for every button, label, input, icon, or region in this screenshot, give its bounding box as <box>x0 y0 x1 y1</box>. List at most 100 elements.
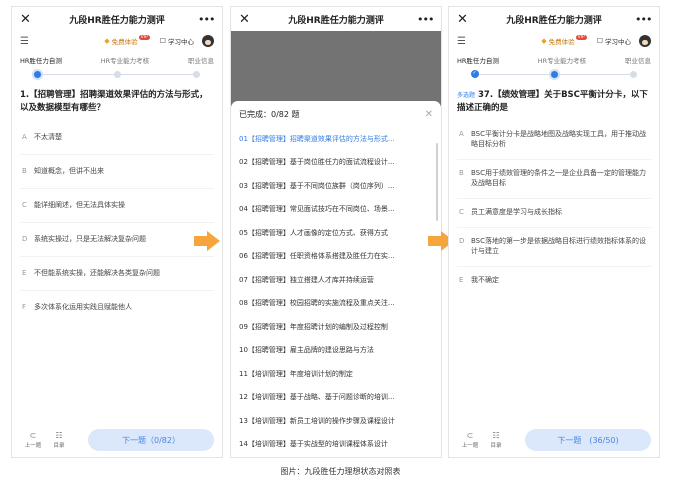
tab-bar: HR胜任力自测 HR专业能力考核 职业信息 <box>12 51 222 69</box>
menu-icon[interactable]: ☰ <box>20 36 104 47</box>
catalog-item[interactable]: 02【招聘管理】基于岗位胜任力的面试流程设计... <box>239 151 433 175</box>
study-center-label: 学习中心 <box>168 38 194 46</box>
catalog-button[interactable]: ☷ 目录 <box>46 431 72 449</box>
avatar[interactable] <box>202 35 214 47</box>
question-type-tag: 多选题 <box>457 92 476 99</box>
next-question-button[interactable]: 下一题 (36/50) <box>525 429 651 451</box>
catalog-item[interactable]: 06【招聘管理】任职资格体系搭建及胜任力在实... <box>239 245 433 269</box>
diamond-icon: ◆ <box>541 37 547 45</box>
tab-professional-exam[interactable]: HR专业能力考核 <box>101 55 149 65</box>
option-a[interactable]: A BSC平衡计分卡是战略地图及战略实现工具，用于推动战略目标分析 <box>457 121 651 160</box>
option-list: A 不太清楚 B 知道概念，但讲不出来 C 能详细阐述，但无法具体实操 D 系统实操过，… <box>12 121 222 324</box>
option-text: BSC落地的第一步是依据战略目标进行绩效指标体系的设计与建立 <box>471 237 647 255</box>
option-letter: A <box>459 130 464 138</box>
page-title: 九段HR胜任力能力测评 <box>288 15 384 26</box>
catalog-item[interactable]: 12【培训管理】基于战略、基于问题诊断的培训... <box>239 386 433 410</box>
option-text: 不太清楚 <box>34 133 62 141</box>
option-c[interactable]: C 员工满意度是学习与成长指标 <box>457 199 651 228</box>
option-b[interactable]: B 知道概念，但讲不出来 <box>20 155 214 189</box>
catalog-item[interactable]: 14【培训管理】基于实战型的培训课程体系设计 <box>239 433 433 457</box>
close-icon[interactable]: ✕ <box>457 12 473 27</box>
catalog-item[interactable]: 08【招聘管理】校园招聘的实施流程及重点关注... <box>239 292 433 316</box>
step-dot-2 <box>551 71 558 78</box>
catalog-button[interactable]: ☷ 目录 <box>483 431 509 449</box>
diamond-icon: ◆ <box>104 37 110 45</box>
screen-professional-exam: ✕ 九段HR胜任力能力测评 ••• ☰ ◆ 免费体验 VIP ☐ 学习中心 HR… <box>448 6 660 458</box>
menu-icon[interactable]: ☰ <box>457 36 541 47</box>
vip-badge: VIP <box>575 34 587 40</box>
step-done-icon <box>471 70 479 78</box>
prev-question-button[interactable]: ⊂ 上一题 <box>457 431 483 449</box>
scrollbar[interactable] <box>436 143 438 221</box>
catalog-item[interactable]: 05【招聘管理】人才画像的定位方式、获得方式 <box>239 221 433 245</box>
close-icon[interactable]: ✕ <box>425 109 433 120</box>
free-trial-label: 免费体验 <box>111 38 138 46</box>
document-icon: ☐ <box>159 37 166 45</box>
bottom-bar: ⊂ 上一题 ☷ 目录 下一题 (36/50) <box>449 423 659 457</box>
option-letter: D <box>459 237 465 245</box>
catalog-item[interactable]: 13【培训管理】新员工培训的操作步骤及课程设计 <box>239 409 433 433</box>
avatar[interactable] <box>639 35 651 47</box>
screen-self-assessment: ✕ 九段HR胜任力能力测评 ••• ☰ ◆ 免费体验 VIP ☐ 学习中心 HR… <box>11 6 223 458</box>
catalog-item[interactable]: 03【招聘管理】基于不同岗位族群（岗位序列）... <box>239 174 433 198</box>
overlay-dim[interactable] <box>231 31 441 107</box>
toolbar: ☰ ◆ 免费体验 VIP ☐ 学习中心 <box>12 31 222 51</box>
question-text: 多选题 37.【绩效管理】关于BSC平衡计分卡，以下描述正确的是 <box>449 81 659 121</box>
option-text: 知道概念，但讲不出来 <box>34 167 104 175</box>
option-letter: C <box>22 201 27 209</box>
catalog-item[interactable]: 10【招聘管理】雇主品牌的建设思路与方法 <box>239 339 433 363</box>
step-dot-3 <box>193 71 200 78</box>
close-icon[interactable]: ✕ <box>239 12 255 27</box>
option-b[interactable]: B BSC用于绩效管理的条件之一是企业具备一定的管理能力及战略目标 <box>457 160 651 199</box>
more-icon[interactable]: ••• <box>417 13 434 26</box>
title-bar: ✕ 九段HR胜任力能力测评 ••• <box>231 7 441 31</box>
option-a[interactable]: A 不太清楚 <box>20 121 214 155</box>
study-center-button[interactable]: ☐ 学习中心 <box>160 36 194 46</box>
prev-label: 上一题 <box>461 443 479 449</box>
title-bar: ✕ 九段HR胜任力能力测评 ••• <box>449 7 659 31</box>
page-title: 九段HR胜任力能力测评 <box>506 15 602 26</box>
question-text: 1.【招聘管理】招聘渠道效果评估的方法与形式，以及数据模型有哪些？ <box>20 90 208 113</box>
next-question-button[interactable]: 下一题（0/82） <box>88 429 214 451</box>
option-letter: C <box>459 208 464 216</box>
option-list: A BSC平衡计分卡是战略地图及战略实现工具，用于推动战略目标分析 B BSC用于绩… <box>449 121 659 295</box>
free-trial-button[interactable]: ◆ 免费体验 VIP <box>541 34 587 46</box>
question-body: 37.【绩效管理】关于BSC平衡计分卡，以下描述正确的是 <box>457 90 648 113</box>
catalog-item[interactable]: 04【招聘管理】常见面试技巧在不同岗位、场景... <box>239 198 433 222</box>
catalog-label: 目录 <box>490 443 502 449</box>
catalog-item[interactable]: 11【培训管理】年度培训计划的制定 <box>239 362 433 386</box>
catalog-item[interactable]: 09【招聘管理】年度招聘计划的编制及过程控制 <box>239 315 433 339</box>
option-letter: E <box>22 269 27 277</box>
more-icon[interactable]: ••• <box>198 13 215 26</box>
page-title: 九段HR胜任力能力测评 <box>69 15 165 26</box>
option-e[interactable]: E 我不确定 <box>457 267 651 295</box>
tab-career-info[interactable]: 职业信息 <box>188 55 214 65</box>
tab-self-assessment[interactable]: HR胜任力自测 <box>20 55 62 65</box>
option-d[interactable]: D BSC落地的第一步是依据战略目标进行绩效指标体系的设计与建立 <box>457 228 651 267</box>
option-text: 员工满意度是学习与成长指标 <box>471 208 562 216</box>
catalog-item[interactable]: 07【招聘管理】独立搭建人才库并持续运营 <box>239 268 433 292</box>
option-e[interactable]: E 不但能系统实操，还能解决各类复杂问题 <box>20 257 214 291</box>
free-trial-button[interactable]: ◆ 免费体验 VIP <box>104 34 150 46</box>
figure-caption: 图片：九段胜任力理想状态对照表 <box>280 467 401 476</box>
close-icon[interactable]: ✕ <box>20 12 36 27</box>
more-icon[interactable]: ••• <box>635 13 652 26</box>
option-letter: B <box>459 169 464 177</box>
option-text: 我不确定 <box>471 276 499 284</box>
tab-self-assessment[interactable]: HR胜任力自测 <box>457 55 499 65</box>
option-text: 系统实操过，只是无法解决复杂问题 <box>34 235 146 243</box>
tab-professional-exam[interactable]: HR专业能力考核 <box>538 55 586 65</box>
option-f[interactable]: F 多次体系化运用实践且赋能他人 <box>20 291 214 324</box>
option-d[interactable]: D 系统实操过，只是无法解决复杂问题 <box>20 223 214 257</box>
tab-career-info[interactable]: 职业信息 <box>625 55 651 65</box>
completed-count: 已完成：0/82 题 <box>239 109 300 119</box>
chevron-left-circle-icon: ⊂ <box>29 431 37 440</box>
option-text: BSC平衡计分卡是战略地图及战略实现工具，用于推动战略目标分析 <box>471 130 647 148</box>
tab-bar: HR胜任力自测 HR专业能力考核 职业信息 <box>449 51 659 69</box>
option-c[interactable]: C 能详细阐述，但无法具体实操 <box>20 189 214 223</box>
document-icon: ☐ <box>596 37 603 45</box>
list-icon: ☷ <box>492 431 500 440</box>
catalog-item[interactable]: 01【招聘管理】招聘渠道效果评估的方法与形式... <box>239 127 433 151</box>
study-center-button[interactable]: ☐ 学习中心 <box>597 36 631 46</box>
prev-question-button[interactable]: ⊂ 上一题 <box>20 431 46 449</box>
